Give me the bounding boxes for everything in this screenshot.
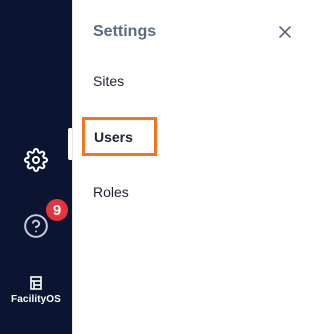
close-button[interactable] — [276, 23, 294, 41]
rail-item-settings[interactable] — [0, 138, 72, 182]
settings-item-roles[interactable]: Roles — [93, 184, 129, 200]
brand: FacilityOS — [0, 276, 72, 310]
gear-icon — [24, 148, 48, 172]
close-icon — [279, 26, 291, 38]
navigation-rail: 9 FacilityOS — [0, 0, 72, 334]
notification-badge: 9 — [44, 197, 70, 223]
settings-item-sites[interactable]: Sites — [93, 73, 124, 89]
facilityos-logo-icon — [30, 276, 42, 290]
settings-item-users[interactable]: Users — [82, 117, 157, 156]
brand-name: FacilityOS — [11, 294, 61, 305]
settings-panel: Settings Sites Users Roles — [72, 0, 310, 334]
panel-title: Settings — [93, 23, 157, 40]
settings-item-label: Users — [94, 128, 133, 145]
